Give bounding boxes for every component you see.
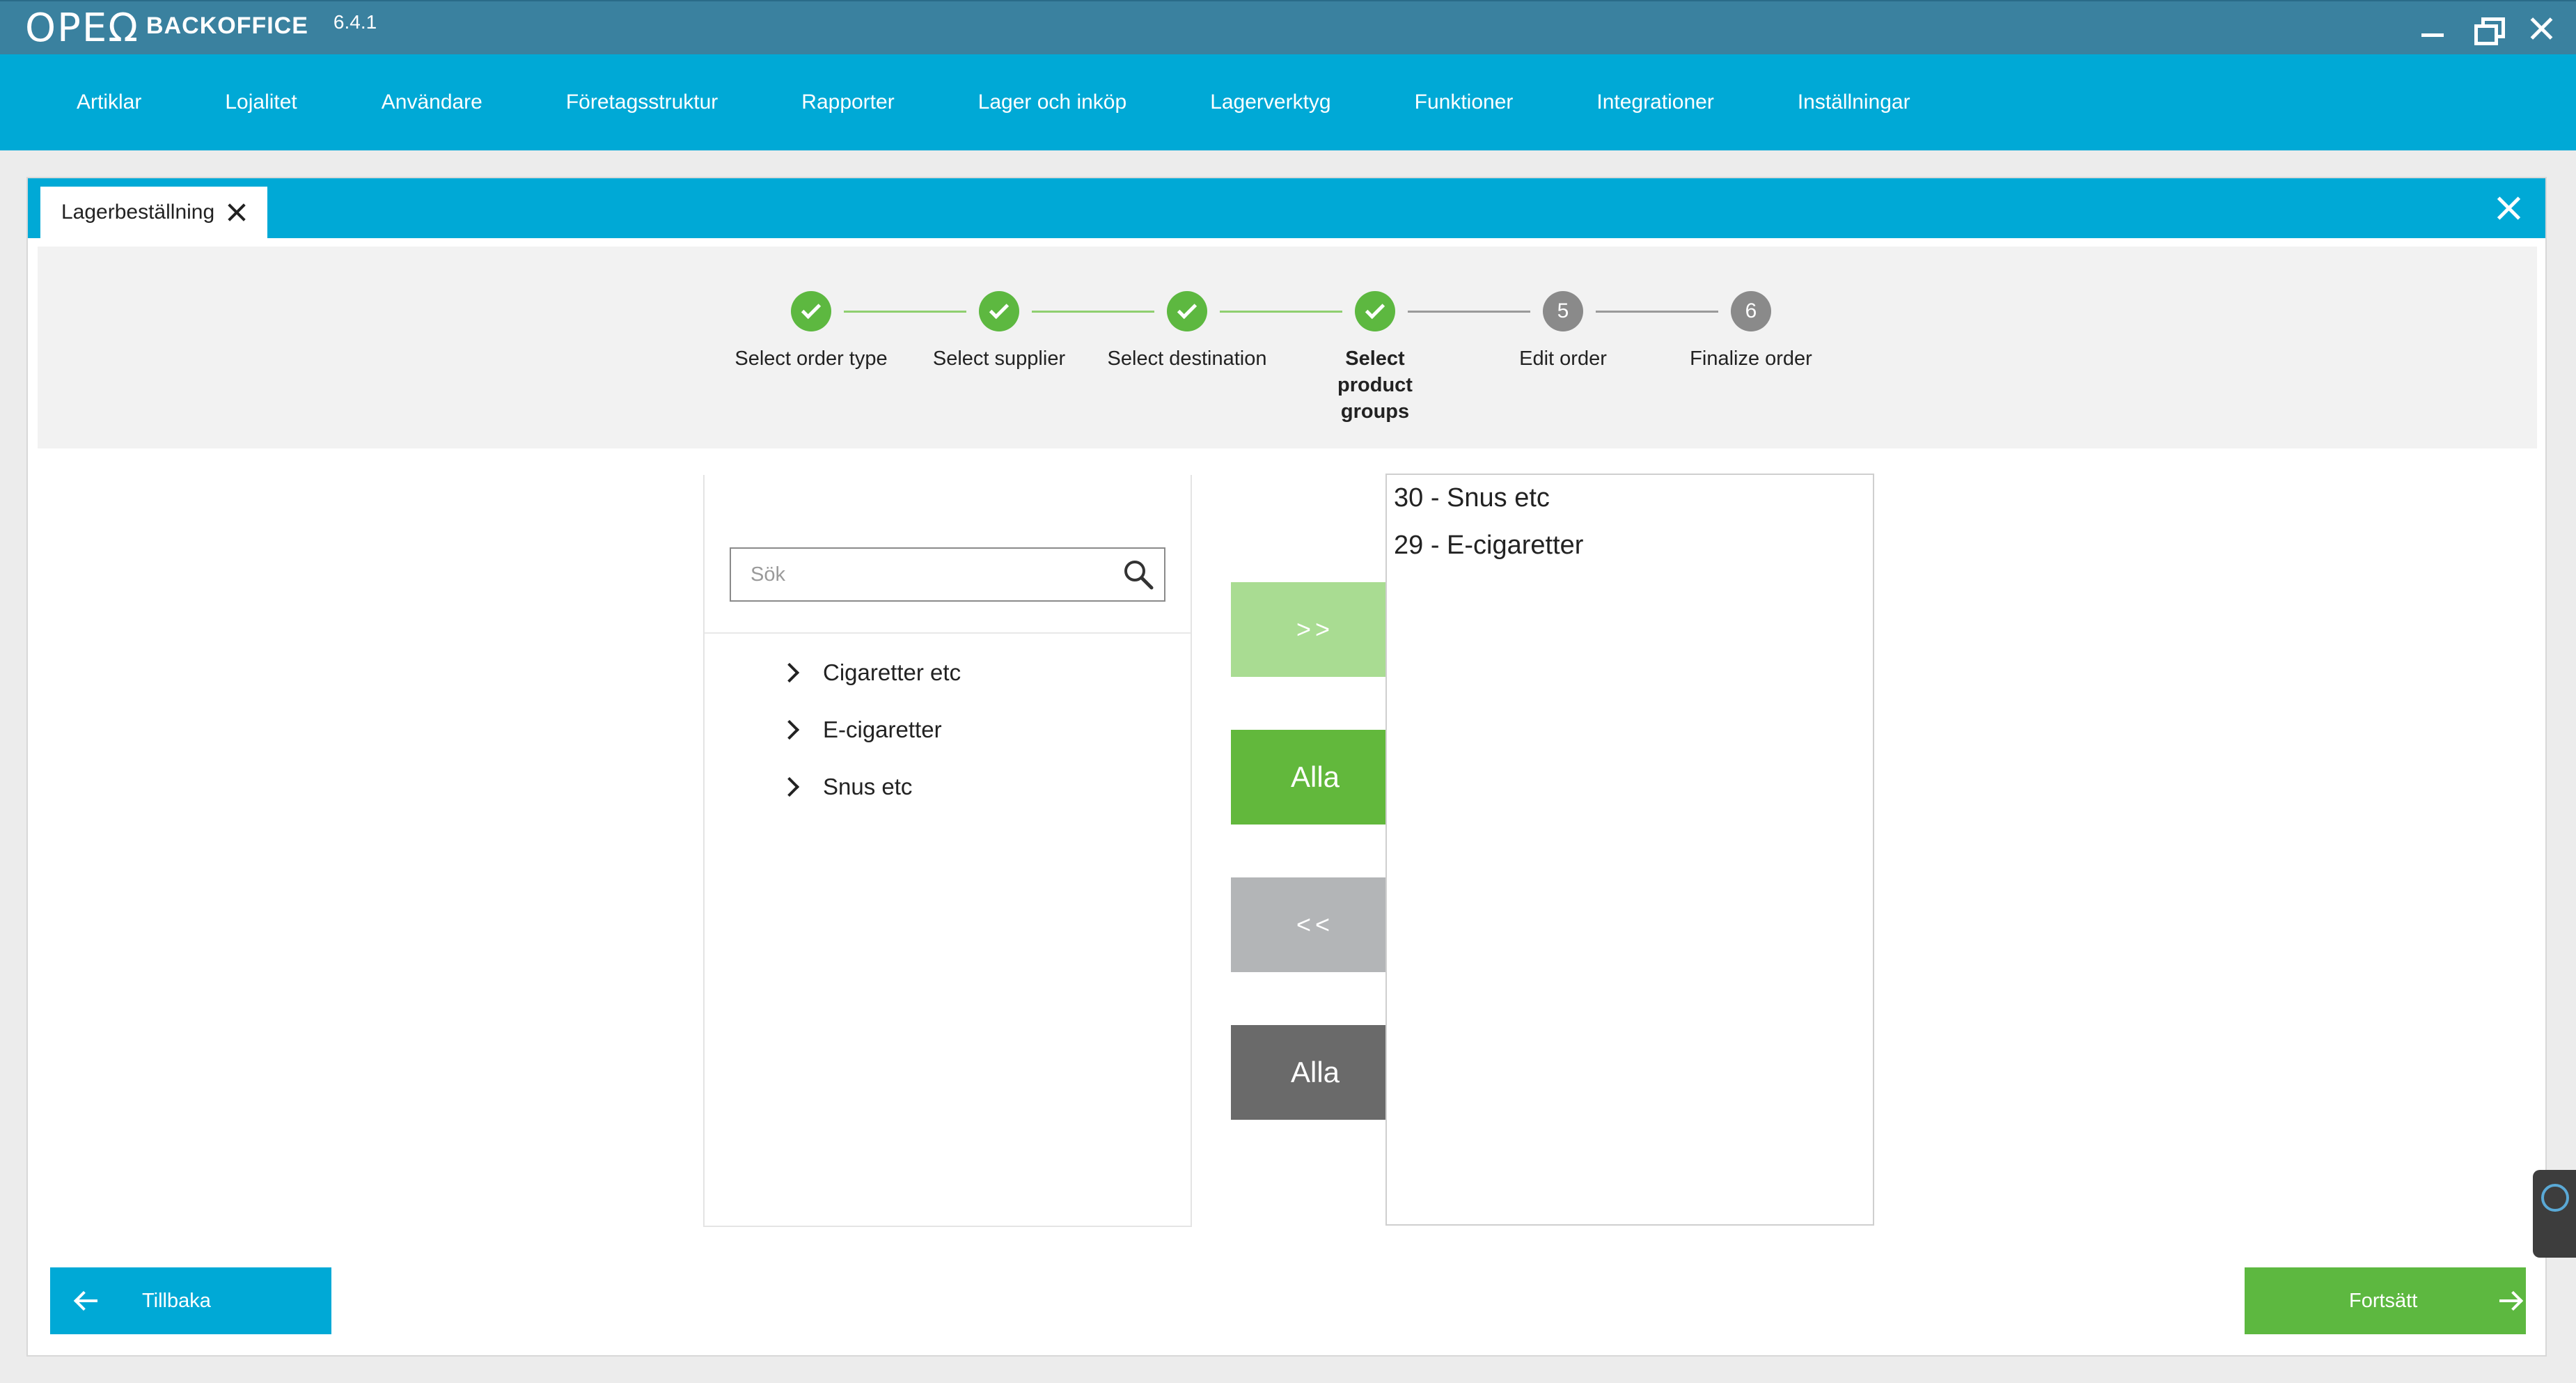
search-box [730,547,1165,602]
step-label: Select order type [735,347,888,370]
menu-item-installningar[interactable]: Inställningar [1798,91,1910,114]
minimize-icon[interactable] [2419,15,2447,42]
next-button-label: Fortsätt [2349,1289,2418,1312]
step-label-active: Select product groups [1337,347,1413,423]
step-number: 6 [1731,291,1771,331]
tree-item-label: Snus etc [823,774,913,799]
tree-item-label: E-cigaretter [823,717,942,742]
step-select-destination: Select destination [1083,291,1291,372]
menu-item-lojalitet[interactable]: Lojalitet [225,91,297,114]
tree-item-e-cigaretter[interactable]: E-cigaretter [779,709,942,751]
menu-item-funktioner[interactable]: Funktioner [1415,91,1514,114]
step-select-order-type: Select order type [707,291,916,372]
available-groups-panel: Cigaretter etc E-cigaretter Snus etc [703,475,1192,1227]
chevron-right-icon[interactable] [779,776,800,797]
selected-item[interactable]: 29 - E-cigaretter [1394,531,1583,561]
menu-item-artiklar[interactable]: Artiklar [77,91,141,114]
menu-item-rapporter[interactable]: Rapporter [801,91,894,114]
next-button[interactable]: Fortsätt [2245,1267,2526,1334]
window-controls [2419,10,2555,47]
tab-bar: Lagerbeställning [28,178,2545,238]
back-button[interactable]: Tillbaka [50,1267,331,1334]
add-selected-button[interactable]: >> [1231,582,1399,677]
step-check-icon [791,291,831,331]
search-input[interactable] [731,549,1121,600]
order-window: Lagerbeställning Select order type Selec… [26,177,2547,1357]
tree-item-snus[interactable]: Snus etc [779,766,913,808]
close-icon[interactable] [2527,15,2555,42]
step-label: Edit order [1519,347,1607,370]
remove-all-button[interactable]: Alla [1231,1025,1399,1120]
menu-item-anvandare[interactable]: Användare [382,91,482,114]
tree-item-cigaretter[interactable]: Cigaretter etc [779,652,961,694]
step-number: 5 [1543,291,1583,331]
add-all-button[interactable]: Alla [1231,730,1399,825]
app-logo: ΟΡΕΩ BACKOFFICE 6.4.1 [25,6,377,52]
step-select-supplier: Select supplier [895,291,1104,372]
search-icon[interactable] [1122,558,1154,591]
chevron-right-icon[interactable] [779,719,800,740]
app-version: 6.4.1 [333,11,377,33]
step-edit-order: 5 Edit order [1459,291,1667,372]
back-button-label: Tillbaka [142,1289,211,1312]
menu-item-lager-och-inkop[interactable]: Lager och inköp [978,91,1127,114]
step-check-icon [1167,291,1207,331]
app-name: BACKOFFICE [146,12,308,39]
title-bar: ΟΡΕΩ BACKOFFICE 6.4.1 [0,0,2576,54]
logo-mark: ΟΡΕΩ [25,6,140,51]
remove-selected-button[interactable]: << [1231,877,1399,972]
remote-support-icon [2541,1184,2569,1212]
tab-lagerbestallning[interactable]: Lagerbeställning [40,187,268,238]
selected-item[interactable]: 30 - Snus etc [1394,483,1550,513]
divider [705,632,1191,634]
main-menu: Artiklar Lojalitet Användare Företagsstr… [0,54,2576,150]
wizard-stepper: Select order type Select supplier Select… [38,247,2537,448]
menu-item-foretagsstruktur[interactable]: Företagsstruktur [566,91,718,114]
step-check-icon [979,291,1019,331]
restore-icon[interactable] [2473,15,2505,45]
menu-item-lagerverktyg[interactable]: Lagerverktyg [1210,91,1330,114]
arrow-left-icon [75,1292,99,1309]
selected-groups-panel: 30 - Snus etc 29 - E-cigaretter [1385,474,1874,1226]
close-panel-icon[interactable] [2497,196,2520,220]
step-label: Select destination [1107,347,1267,370]
tab-label: Lagerbeställning [61,201,215,224]
menu-item-integrationer[interactable]: Integrationer [1596,91,1713,114]
step-select-product-groups: Select product groups [1271,291,1479,425]
chevron-right-icon[interactable] [779,662,800,683]
step-finalize-order: 6 Finalize order [1647,291,1855,372]
step-check-icon [1355,291,1395,331]
side-panel-handle[interactable] [2533,1170,2576,1258]
tree-item-label: Cigaretter etc [823,659,961,685]
close-tab-icon[interactable] [227,203,246,222]
step-label: Finalize order [1690,347,1812,370]
arrow-right-icon [2498,1292,2522,1309]
step-label: Select supplier [932,347,1066,370]
